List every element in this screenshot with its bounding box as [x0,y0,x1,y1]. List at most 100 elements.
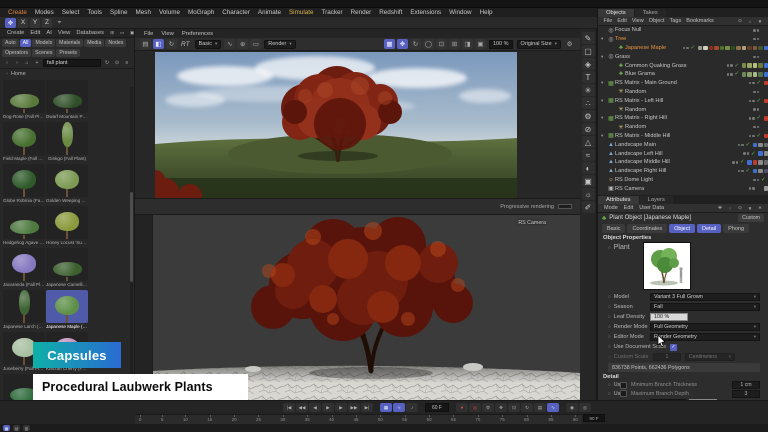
detail-value-field[interactable]: 3 [732,390,760,398]
enable-check-icon[interactable]: ✓ [735,63,742,69]
objects-menu-item[interactable]: Tags [667,18,684,24]
panel-tab[interactable]: Attributes [598,196,639,204]
breadcrumb[interactable]: Home [0,69,134,78]
light-icon[interactable]: ☼ [582,188,595,200]
search-input[interactable] [43,59,101,67]
record-scale-icon[interactable]: ⊡ [508,403,520,412]
texture-tag[interactable] [753,160,758,165]
menu-item[interactable]: Animate [254,9,285,16]
save-image-icon[interactable]: ▤ [140,39,151,49]
zoom-in-icon[interactable]: ⊕ [237,39,248,49]
search-icon[interactable]: ⊙ [736,205,744,212]
solo-off-icon[interactable]: ◉ [566,403,578,412]
texture-tag[interactable] [720,46,725,51]
visibility-dots[interactable] [753,38,761,41]
dynamics-icon[interactable]: ⚙ [582,110,595,122]
enable-check-icon[interactable]: ✓ [751,151,758,157]
volume-icon[interactable]: ◈ [582,58,595,70]
record-parameter-icon[interactable]: ▤ [534,403,546,412]
object-row[interactable]: ▾ ▦ RS Matrix - Middle Hill ✓ [598,132,768,141]
menu-icon[interactable]: ≡ [123,59,131,67]
asset-filter-button[interactable]: Auto [2,39,19,47]
menu-item[interactable]: Tracker [317,9,346,16]
attribute-value[interactable]: Render Geometry [650,333,760,341]
axis-lock-button[interactable]: X [18,18,28,28]
refresh-icon[interactable]: ↻ [103,59,111,67]
objects-menu-item[interactable]: View [629,18,646,24]
custom-scale-value-field[interactable]: 1 [653,353,681,361]
menu-item[interactable]: Window [445,9,475,16]
viewport[interactable]: RS Camera [135,215,580,400]
object-row[interactable]: ▾ ▦ RS Matrix - Left Hill ✓ [598,96,768,105]
asset-item[interactable]: Japanese Camellia (Fal... [46,248,88,288]
picture-viewer-menu-item[interactable]: View [158,31,176,37]
object-row[interactable]: ✳ Random [598,105,768,114]
menu-item[interactable]: Create [4,9,31,16]
motext-icon[interactable]: T [582,71,595,83]
next-key-icon[interactable]: ▶▶ [348,403,360,412]
enable-check-icon[interactable]: ✓ [757,115,764,121]
add-icon[interactable]: ✚ [716,205,724,212]
asset-browser-menu-item[interactable]: Create [4,30,27,36]
visibility-dots[interactable] [749,100,757,103]
object-row[interactable]: ▲ Landscape Right Hill ✓ [598,167,768,176]
layer-dropdown[interactable]: Render [264,40,295,49]
pin-icon[interactable]: ∗ [756,205,764,212]
panel-tab[interactable]: Objects [598,9,634,17]
texture-tag[interactable] [742,63,747,68]
enable-check-icon[interactable]: ✓ [757,133,764,139]
gear-icon[interactable]: ⚙ [564,39,575,49]
filter-icon[interactable]: ▼ [756,18,764,25]
picture-viewer-menu-item[interactable]: Preferences [179,31,216,37]
asset-filter-button[interactable]: Presets [56,49,80,57]
texture-tag[interactable] [709,46,714,51]
custom-button[interactable]: Custom [738,214,764,222]
frame-rate-field[interactable]: 60 F [425,403,449,412]
home-icon[interactable]: ⌂ [746,18,754,25]
object-row[interactable]: ▲ Landscape Main ✓ [598,140,768,149]
detail-view-icon[interactable]: ▥ [23,425,30,431]
crop-icon[interactable]: ▭ [250,39,261,49]
texture-tag[interactable] [764,46,768,51]
add-icon[interactable]: + [33,59,41,67]
asset-scrollbar[interactable] [130,87,133,396]
object-row[interactable]: ☼ RS Dome Light ✓ [598,176,768,185]
goto-start-icon[interactable]: |◀ [283,403,295,412]
attribute-value[interactable]: Full Geometry [650,323,760,331]
grid-view-icon[interactable]: ▦ [3,425,10,431]
plant-preview-thumbnail[interactable] [643,242,691,290]
asset-browser-menu-item[interactable]: AI [43,30,54,36]
asset-filter-button[interactable]: Media [84,39,104,47]
spline-pen-icon[interactable]: ✎ [582,32,595,44]
texture-tag[interactable] [764,186,768,191]
attribute-tab[interactable]: Detail [697,224,721,233]
next-frame-icon[interactable]: ▶ [335,403,347,412]
texture-tag[interactable] [747,160,752,165]
object-row[interactable]: ♣ Japanese Maple ✓ [598,44,768,53]
annotation-icon[interactable]: ✐ [582,201,595,213]
texture-tag[interactable] [764,63,768,68]
record-pla-icon[interactable]: ∿ [547,403,559,412]
enable-check-icon[interactable]: ✓ [691,45,698,51]
dock-icon[interactable]: ⊞ [108,30,116,37]
coordinate-system-icon[interactable]: ⌖ [54,18,65,28]
visibility-dots[interactable] [749,117,757,120]
asset-browser-menu-item[interactable]: View [55,30,73,36]
sound-icon[interactable]: ♪ [406,403,418,412]
texture-tag[interactable] [742,72,747,77]
asset-browser-menu-item[interactable]: Edit [27,30,43,36]
camera-label[interactable]: RS Camera [518,220,546,226]
object-row[interactable]: ✳ Random [598,88,768,97]
asset-item[interactable]: Jacaranda (Fall Plant) [3,248,45,288]
prev-frame-icon[interactable]: ◀ [309,403,321,412]
cache-icon[interactable]: ▦ [380,403,392,412]
texture-tag[interactable] [747,63,752,68]
prev-key-icon[interactable]: ◀◀ [296,403,308,412]
texture-tag[interactable] [714,46,719,51]
use-checkbox[interactable] [620,382,627,389]
asset-filter-button[interactable]: All [20,39,32,47]
cube-primitive-icon[interactable]: ▢ [582,45,595,57]
move-tool-icon[interactable]: ✥ [5,18,16,28]
histogram-icon[interactable]: ∿ [224,39,235,49]
menu-item[interactable]: Render [347,9,376,16]
